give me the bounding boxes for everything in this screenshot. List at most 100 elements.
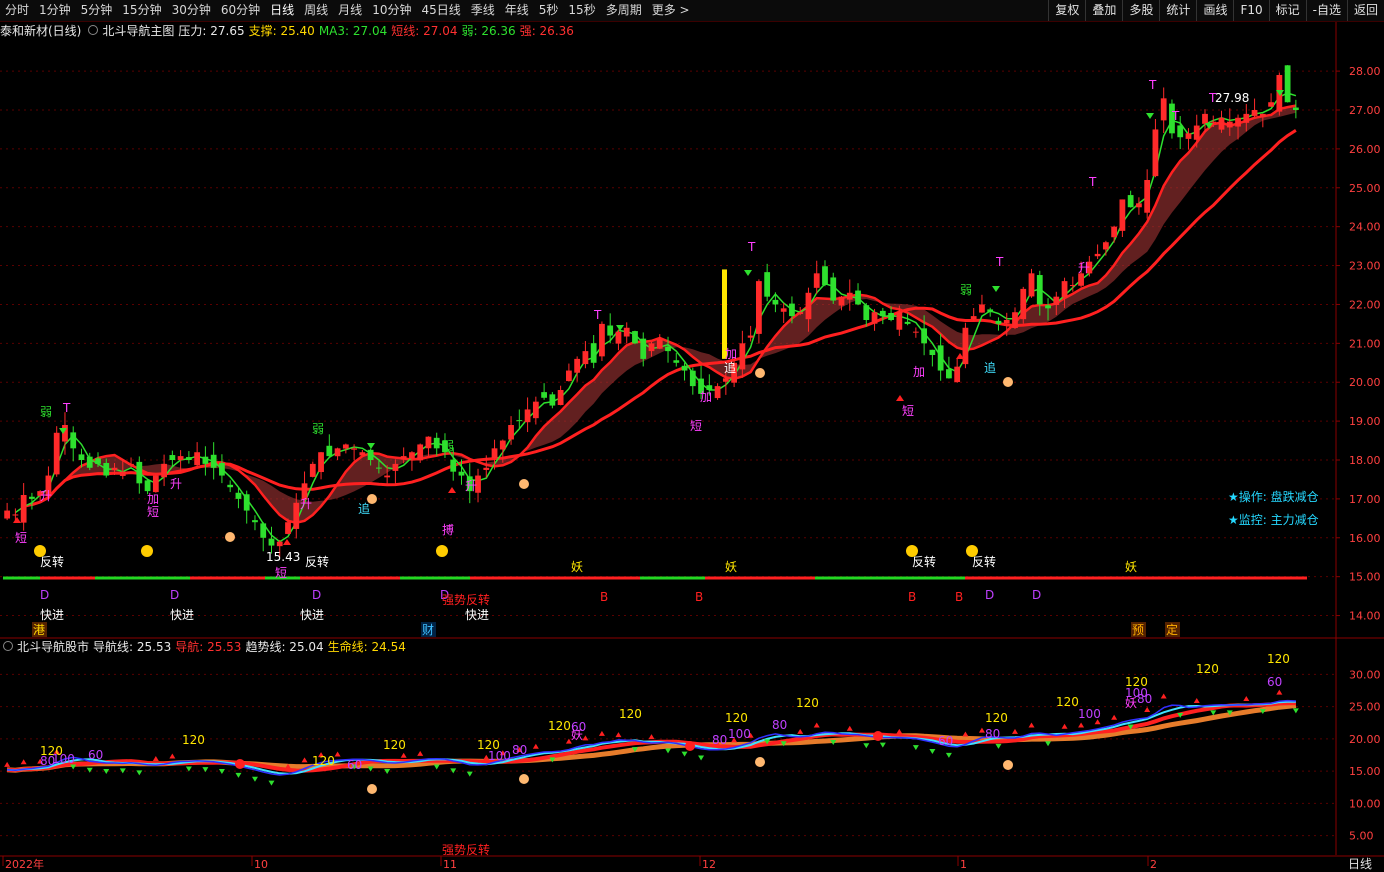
candle [1160,98,1167,121]
sub-signal-marker [615,732,622,738]
candle [384,475,391,478]
sub-signal-marker [202,767,209,773]
sub-annotation: 80 [512,743,527,757]
sub-signal-marker [86,767,93,773]
candle [822,266,828,285]
chart-annotation: 反转 [912,554,936,569]
chart-annotation: T [995,255,1004,269]
sub-signal-marker [532,743,539,749]
candle [764,272,771,297]
price-axis-label: 25.00 [1349,182,1381,195]
sub-annotation: 120 [1196,662,1219,676]
candle [665,346,671,352]
chart-annotation: 加 [700,390,712,404]
candle [483,467,490,470]
sub-signal-marker [1061,723,1068,729]
chart-annotation: 追 [984,360,996,375]
candle [615,331,622,344]
candle [1111,226,1118,238]
sub-annotation: 120 [548,719,571,733]
sub-axis-label: 25.00 [1349,701,1381,714]
chart-annotation: 追 [358,501,370,516]
time-axis-label: 2022年 [5,857,44,871]
money-bag-icon [34,545,46,557]
candle [516,420,523,422]
sub-signal-marker [1078,722,1085,728]
candle [400,456,407,460]
sub-signal-marker [1028,722,1035,728]
chart-annotation: 弱 [442,439,454,453]
candle [714,386,721,399]
candle [524,409,531,423]
kline-chart[interactable]: 28.0027.0026.0025.0024.0023.0022.0021.00… [0,0,1384,872]
candle [673,360,680,363]
sub-signal-marker [334,751,341,757]
event-tag: 港 [33,623,45,637]
sub-annotation: 120 [619,707,642,721]
sub-annotation: 120 [1267,652,1290,666]
candle [549,394,556,406]
highlight-candle [722,269,727,359]
candle [177,456,184,461]
price-axis-label: 17.00 [1349,493,1381,506]
chart-annotation: 快进 [465,608,489,622]
money-bag-icon [141,545,153,557]
chart-annotation: 反转 [972,554,996,569]
candle [285,522,291,534]
candle [995,320,1002,324]
candle [1202,113,1208,124]
sub-annotation: 60 [88,748,103,762]
sub-signal-marker [20,759,27,765]
candle [1226,121,1233,128]
chart-annotation: 加 [147,492,159,506]
sub-signal-marker [681,751,688,757]
candle [103,462,110,476]
candle [78,454,85,460]
candle [268,538,275,546]
pointer-hand-icon [519,479,529,489]
candle [739,343,746,370]
signal-arrow-icon [896,395,904,401]
candle [1284,65,1291,103]
candle [648,343,655,352]
time-axis-label: 10 [254,858,268,871]
chart-annotation: 加 [725,347,737,361]
pointer-hand-icon [755,368,765,378]
candle [318,452,324,473]
sub-signal-marker [417,750,424,756]
sub-axis-label: 30.00 [1349,668,1381,681]
price-axis-label: 20.00 [1349,376,1381,389]
candle [838,296,845,306]
sub-annotation: 80 [772,718,787,732]
sub-signal-marker [136,770,143,776]
candle [979,304,985,313]
chart-annotation: 短 [690,419,702,433]
candle [1152,129,1159,177]
candle [879,310,886,317]
candle [1119,199,1126,231]
time-axis-label: 1 [960,858,967,871]
sub-annotation: 120 [796,696,819,710]
sub-annotation: 60 [347,758,362,772]
sub-signal-marker [1292,708,1299,714]
sub-signal-marker [896,728,903,734]
chart-annotation: 妖 [725,560,737,574]
candle [912,331,919,333]
candle [946,369,952,379]
candle [1177,125,1184,138]
price-axis-label: 19.00 [1349,415,1381,428]
sub-signal-marker [797,728,804,734]
signal-arrow-icon [283,539,291,545]
candle [144,480,151,492]
candle [780,308,787,312]
sub-signal-marker [846,725,853,731]
candle [243,494,250,511]
candle [508,425,514,440]
candle [1045,305,1051,309]
candle [789,303,795,317]
chart-annotation: D [985,588,994,602]
candle [904,321,911,324]
candle [830,277,837,301]
chart-annotation: 反转 [305,554,329,569]
period-label: 日线 [1348,857,1372,871]
